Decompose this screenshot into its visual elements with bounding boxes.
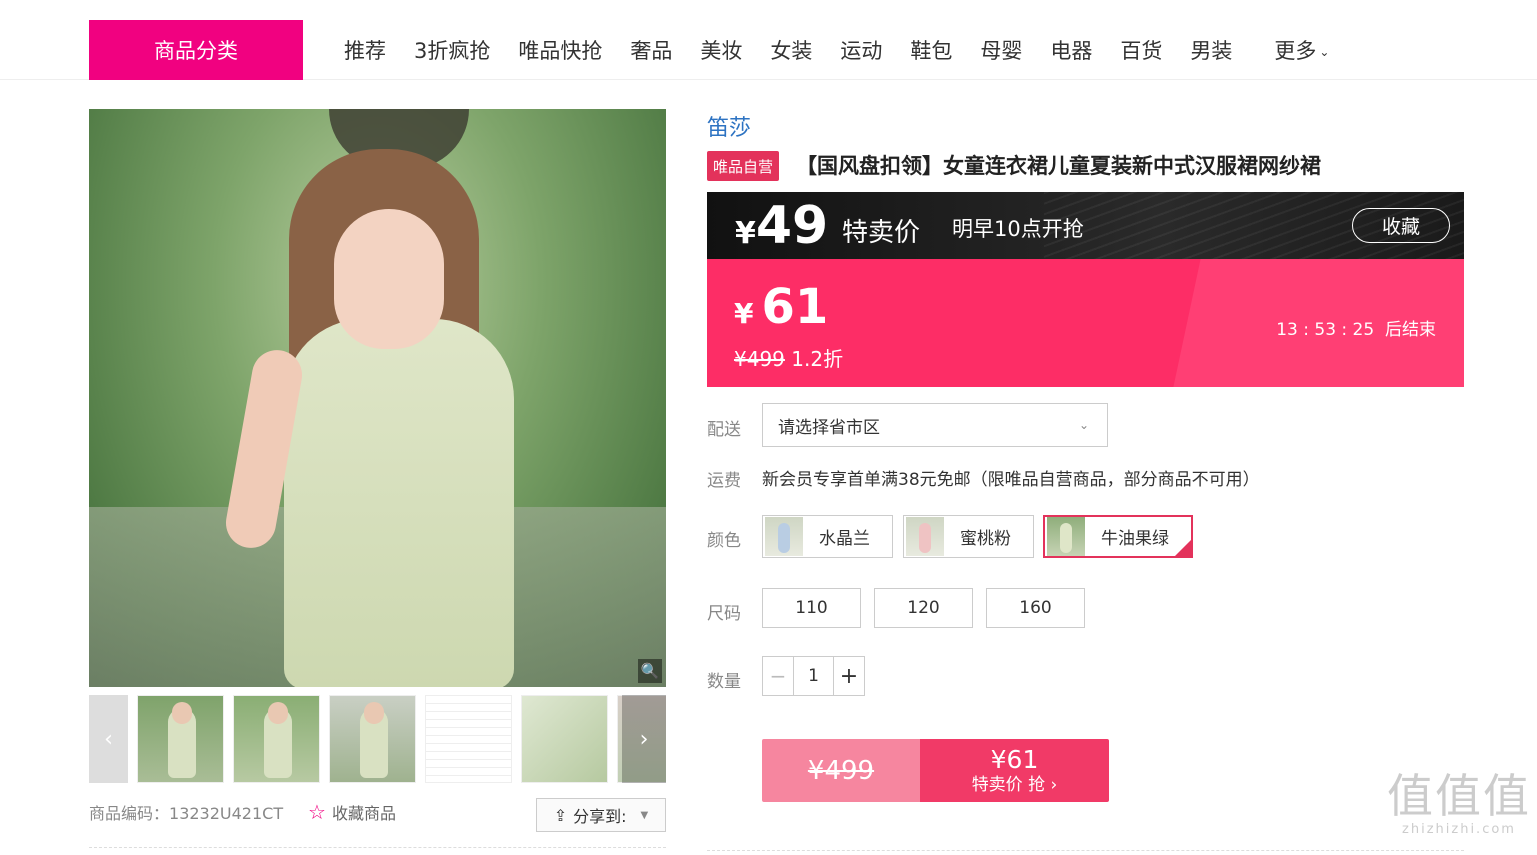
share-label: 分享到: [573,807,627,826]
flash-start-time: 明早10点开抢 [952,217,1084,241]
freight-text: 新会员专享首单满38元免邮（限唯品自营商品，部分商品不可用） [762,470,1260,490]
nav-item-beauty[interactable]: 美妆 [686,35,756,65]
color-option-avocado-green[interactable]: 牛油果绿 [1043,515,1193,558]
size-option-160[interactable]: 160 [986,588,1085,628]
nav-item-shoes-bags[interactable]: 鞋包 [896,35,966,65]
nav-item-recommend[interactable]: 推荐 [330,35,400,65]
region-select[interactable]: 请选择省市区 ⌄ [762,403,1108,447]
size-option-120[interactable]: 120 [874,588,973,628]
thumbnail-5-fabric[interactable] [521,695,608,783]
current-price-value: 61 [761,279,829,335]
chevron-down-icon: ⌄ [1319,45,1330,59]
thumb-next-button[interactable]: › [622,695,666,783]
nav-item-sports[interactable]: 运动 [826,35,896,65]
image-girl-dress [284,319,514,687]
favorite-product-label: 收藏商品 [331,804,396,823]
color-option-label: 蜜桃粉 [960,529,1011,549]
self-operated-badge: 唯品自营 [707,151,780,181]
share-button[interactable]: ⇪ 分享到: ▼ [536,798,666,832]
quantity-increase-button[interactable]: + [833,657,864,695]
freight-label: 运费 [707,471,741,491]
product-title: 【国风盘扣领】女童连衣裙儿童夏装新中式汉服裙网纱裙 [796,154,1321,178]
star-icon: ☆ [308,800,326,824]
thumbnail-4-size-chart[interactable] [425,695,512,783]
category-button[interactable]: 商品分类 [89,20,303,80]
flash-price-label: 特卖价 [842,218,921,248]
buy-price: ¥61 [990,744,1039,774]
color-option-peach-pink[interactable]: 蜜桃粉 [903,515,1034,558]
favorite-button[interactable]: 收藏 [1352,208,1450,243]
flash-sale-bar: ¥49 特卖价 明早10点开抢 收藏 [707,192,1464,259]
sku-label: 商品编码： [89,804,170,823]
buy-cta-label: 特卖价 抢 [971,774,1046,795]
quantity-decrease-button[interactable]: − [763,657,794,695]
size-label: 尺码 [707,604,741,624]
currency-symbol: ¥ [735,216,756,251]
region-select-value: 请选择省市区 [778,417,880,438]
sku-line: 商品编码：13232U421CT [89,800,283,824]
nav-item-30off[interactable]: 3折疯抢 [400,35,504,65]
chevron-down-icon: ⌄ [1078,418,1089,432]
sku-value: 13232U421CT [169,804,284,823]
brand-link[interactable]: 笛莎 [707,110,751,142]
divider [89,847,666,848]
favorite-product-link[interactable]: ☆ 收藏商品 [308,800,396,824]
nav-item-women[interactable]: 女装 [756,35,826,65]
main-product-image[interactable]: 🔍 [89,109,666,687]
thumbnail-1[interactable] [137,695,224,783]
delivery-label: 配送 [707,420,741,440]
thumbnail-3[interactable] [329,695,416,783]
price-panel: ¥61 ¥499 1.2折 13 : 53 : 25 后结束 [707,259,1464,387]
thumbnail-2[interactable] [233,695,320,783]
zoom-icon[interactable]: 🔍 [638,659,662,683]
watermark-url: zhizhizhi.com [1402,822,1516,837]
watermark-logo: 值值值 [1387,769,1531,823]
color-swatch [906,517,944,556]
divider [707,850,1464,851]
buy-original-price: ¥499 [762,739,920,802]
nav-item-baby[interactable]: 母婴 [966,35,1036,65]
color-swatch [1047,517,1085,556]
currency-symbol: ¥ [734,297,754,330]
original-price: ¥499 [734,347,785,371]
nav-item-appliances[interactable]: 电器 [1036,35,1106,65]
nav-items: 推荐 3折疯抢 唯品快抢 奢品 美妆 女装 运动 鞋包 母婴 电器 百货 男装 … [330,20,1329,80]
countdown-suffix: 后结束 [1385,320,1436,340]
image-girl-face [334,209,444,349]
top-nav: 商品分类 推荐 3折疯抢 唯品快抢 奢品 美妆 女装 运动 鞋包 母婴 电器 百… [0,0,1537,80]
buy-now[interactable]: ¥61 特卖价 抢 › [920,739,1109,802]
quantity-value[interactable]: 1 [794,657,833,695]
countdown: 13 : 53 : 25 后结束 [1276,315,1436,340]
discount-rate: 1.2折 [791,347,844,371]
thumb-prev-button[interactable]: ‹ [89,695,128,783]
nav-more-label: 更多 [1274,39,1317,63]
flash-price-value: 49 [755,196,829,256]
quantity-stepper: − 1 + [762,656,865,696]
current-price: ¥61 [734,279,828,335]
nav-item-general[interactable]: 百货 [1106,35,1176,65]
share-icon: ⇪ [553,805,568,825]
nav-item-luxury[interactable]: 奢品 [616,35,686,65]
color-option-crystal-orchid[interactable]: 水晶兰 [762,515,893,558]
flash-price: ¥49 [735,196,828,256]
caret-down-icon: ▼ [640,809,649,821]
buy-button[interactable]: ¥499 ¥61 特卖价 抢 › [762,739,1109,802]
quantity-label: 数量 [707,672,741,692]
selected-check-icon [1175,540,1191,556]
site-watermark: 值值值 zhizhizhi.com [1385,770,1533,850]
chevron-right-icon: › [1050,774,1058,795]
color-swatch [765,517,803,556]
color-option-label: 水晶兰 [819,529,870,549]
nav-more[interactable]: 更多 ⌄ [1274,35,1329,65]
color-label: 颜色 [707,531,741,551]
original-price-row: ¥499 1.2折 [734,343,843,372]
thumbnail-strip: ‹ › [89,695,666,783]
size-option-110[interactable]: 110 [762,588,861,628]
countdown-value: 13 : 53 : 25 [1276,320,1375,340]
buy-cta: 特卖价 抢 › [972,774,1058,796]
nav-item-men[interactable]: 男装 [1176,35,1246,65]
nav-item-flash[interactable]: 唯品快抢 [504,35,616,65]
